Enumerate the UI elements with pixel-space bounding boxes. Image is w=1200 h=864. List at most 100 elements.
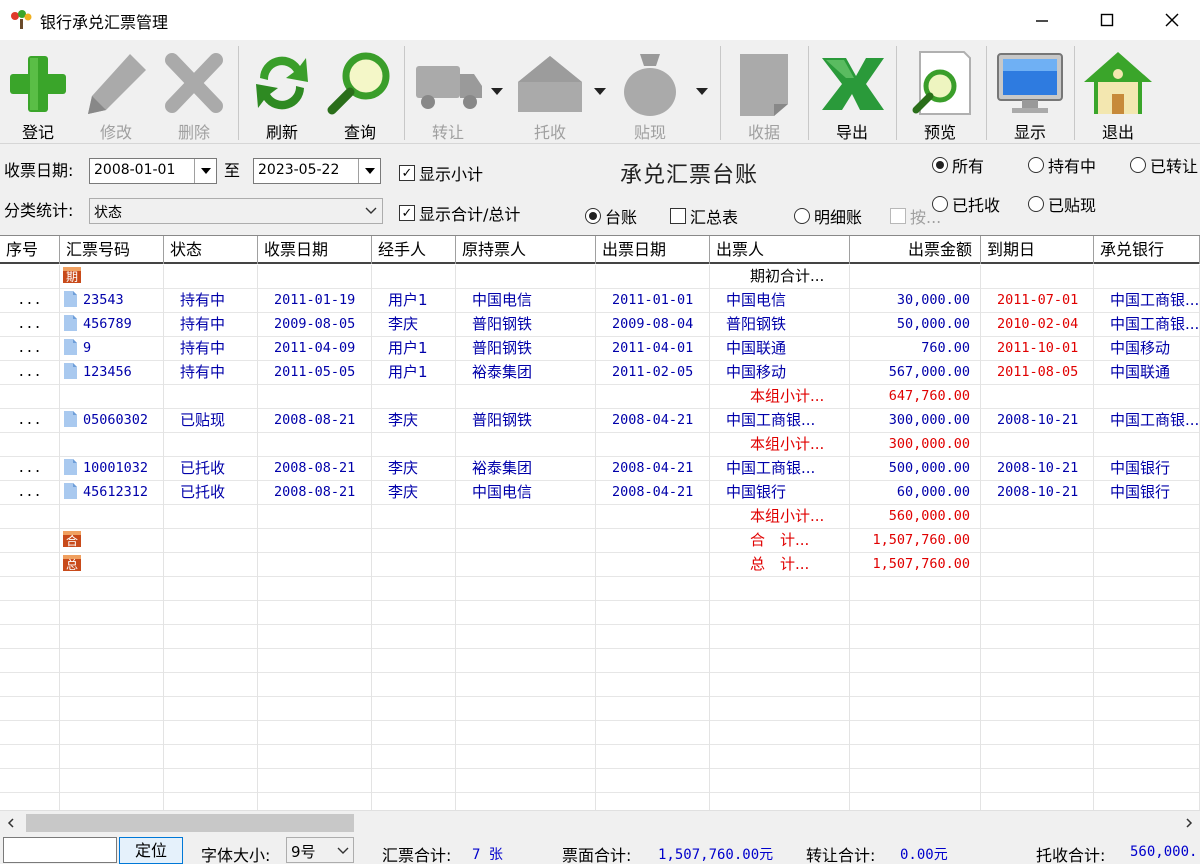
date-from-dropdown[interactable]: [194, 159, 216, 183]
home-exit-icon: [1084, 52, 1152, 114]
receipt-button[interactable]: 收据: [728, 40, 800, 144]
status-all-radio[interactable]: 所有: [932, 153, 984, 177]
cell-bill-no: 45612312: [60, 481, 164, 505]
summary-checkbox[interactable]: 汇总表: [670, 204, 738, 228]
cell-amount: 300,000.00: [850, 433, 981, 457]
chevron-down-icon: [337, 847, 349, 854]
collect-dropdown-arrow[interactable]: [594, 88, 606, 95]
cell-handler: [372, 553, 456, 577]
column-header-status[interactable]: 状态: [164, 236, 258, 264]
show-total-checkbox[interactable]: ✓ 显示合计/总计: [399, 201, 520, 225]
summary-row-subtotal[interactable]: 本组小计... 560,000.00: [0, 505, 1200, 529]
cell-seq-text: ...: [17, 460, 42, 476]
table-row[interactable]: ... 456789 持有中 2009-08-05 李庆 普阳钢铁 2009-08-04 普阳…: [0, 313, 1200, 337]
summary-row-opening[interactable]: 期 期初合计...: [0, 265, 1200, 289]
preview-button[interactable]: 预览: [904, 40, 976, 144]
column-header-seq[interactable]: 序号: [0, 236, 60, 264]
close-button[interactable]: [1152, 6, 1192, 34]
status-discounted-radio[interactable]: 已贴现: [1028, 192, 1096, 216]
scroll-left-icon[interactable]: [6, 818, 16, 828]
column-header-bank[interactable]: 承兑银行: [1094, 236, 1200, 264]
column-header-drawer[interactable]: 出票人: [710, 236, 850, 264]
cell-bill-no-text: 05060302: [83, 412, 149, 428]
cell-issue-date-text: 2011-04-01: [612, 340, 694, 356]
cell-holder: 中国电信: [456, 481, 596, 505]
date-from-picker[interactable]: 2008-01-01: [89, 158, 217, 184]
transfer-button[interactable]: 转让: [410, 40, 486, 144]
toolbar-separator: [404, 46, 405, 140]
summary-row-grand[interactable]: 总 总 计... 1,507,760.00: [0, 553, 1200, 577]
date-to-picker[interactable]: 2023-05-22: [253, 158, 381, 184]
font-size-select[interactable]: 9号: [286, 837, 354, 863]
status-transferred-radio[interactable]: 已转让: [1130, 153, 1198, 177]
cell-bill-no-text: 23543: [83, 292, 124, 308]
x-delete-icon: [165, 53, 223, 113]
category-select[interactable]: 状态: [89, 198, 383, 224]
maximize-button[interactable]: [1087, 6, 1127, 34]
column-header-issue-date[interactable]: 出票日期: [596, 236, 710, 264]
column-header-due-date[interactable]: 到期日: [981, 236, 1094, 264]
column-header-bill-no[interactable]: 汇票号码: [60, 236, 164, 264]
delete-button[interactable]: 删除: [158, 40, 230, 144]
cell-amount: [850, 265, 981, 289]
table-row[interactable]: ... 23543 持有中 2011-01-19 用户1 中国电信 2011-01-01 中国…: [0, 289, 1200, 313]
summary-row-total[interactable]: 合 合 计... 1,507,760.00: [0, 529, 1200, 553]
document-icon: [64, 411, 77, 427]
export-button[interactable]: 导出: [816, 40, 888, 144]
table-row[interactable]: ... 45612312 已托收 2008-08-21 李庆 中国电信 2008-04-21…: [0, 481, 1200, 505]
table-row[interactable]: ... 05060302 已贴现 2008-08-21 李庆 普阳钢铁 2008-04-21…: [0, 409, 1200, 433]
category-dropdown[interactable]: [360, 199, 382, 223]
discount-button[interactable]: 贴现: [614, 40, 686, 144]
summary-row-subtotal[interactable]: 本组小计... 300,000.00: [0, 433, 1200, 457]
cell-seq-text: ...: [17, 412, 42, 428]
cell-drawer-text: 中国移动: [726, 363, 787, 381]
refresh-button[interactable]: 刷新: [246, 40, 318, 144]
date-to-dropdown[interactable]: [358, 159, 380, 183]
collect-button[interactable]: 托收: [514, 40, 586, 144]
cell-issue-date: [596, 385, 710, 409]
locate-button[interactable]: 定位: [119, 837, 183, 864]
minimize-icon: [1036, 20, 1048, 22]
register-button[interactable]: 登记: [2, 40, 74, 144]
minimize-button[interactable]: [1022, 6, 1062, 34]
summary-row-subtotal[interactable]: 本组小计... 647,760.00: [0, 385, 1200, 409]
view-detail-radio[interactable]: 明细账: [794, 204, 862, 228]
view-ledger-radio[interactable]: 台账: [585, 204, 637, 228]
pencil-icon: [88, 54, 146, 114]
display-button[interactable]: 显示: [994, 40, 1066, 144]
table-row[interactable]: ... 9 持有中 2011-04-09 用户1 普阳钢铁 2011-04-01 中国联通 76…: [0, 337, 1200, 361]
column-header-handler[interactable]: 经手人: [372, 236, 456, 264]
ledger-grid[interactable]: 序号 汇票号码 状态 收票日期 经手人 原持票人 出票日期 出票人 出票金额 到期日 承兑银行 期期…: [0, 235, 1200, 810]
status-holding-radio[interactable]: 持有中: [1028, 153, 1096, 177]
cell-bank-text: 中国银行: [1110, 459, 1171, 477]
cell-holder: 普阳钢铁: [456, 337, 596, 361]
discount-dropdown-arrow[interactable]: [696, 88, 708, 95]
chevron-down-icon: [364, 168, 375, 174]
column-header-amount[interactable]: 出票金额: [850, 236, 981, 264]
cell-holder: 裕泰集团: [456, 361, 596, 385]
scroll-right-icon[interactable]: [1184, 818, 1194, 828]
cell-due-date: 2011-07-01: [981, 289, 1094, 313]
table-row[interactable]: ... 10001032 已托收 2008-08-21 李庆 裕泰集团 2008-04-21…: [0, 457, 1200, 481]
cell-issue-date-text: 2008-04-21: [612, 484, 694, 500]
category-label: 分类统计:: [4, 201, 74, 220]
column-header-receive-date[interactable]: 收票日期: [258, 236, 372, 264]
category-value: 状态: [94, 205, 122, 221]
column-header-holder[interactable]: 原持票人: [456, 236, 596, 264]
table-row[interactable]: ... 123456 持有中 2011-05-05 用户1 裕泰集团 2011-02-05 中…: [0, 361, 1200, 385]
status-collected-radio[interactable]: 已托收: [932, 192, 1000, 216]
cell-seq: [0, 265, 60, 289]
locate-input[interactable]: [3, 837, 117, 863]
exit-button[interactable]: 退出: [1082, 40, 1154, 144]
cell-drawer: 本组小计...: [710, 505, 850, 529]
transfer-dropdown-arrow[interactable]: [491, 88, 503, 95]
horizontal-scrollbar[interactable]: [0, 810, 1200, 834]
cell-receive-date-text: 2011-04-09: [274, 340, 356, 356]
cell-handler-text: 李庆: [388, 459, 419, 477]
query-button[interactable]: 查询: [324, 40, 396, 144]
scrollbar-thumb[interactable]: [26, 814, 354, 832]
show-subtotal-checkbox[interactable]: ✓ 显示小计: [399, 161, 483, 185]
edit-button[interactable]: 修改: [80, 40, 152, 144]
cell-due-date: [981, 385, 1094, 409]
grid-header: 序号 汇票号码 状态 收票日期 经手人 原持票人 出票日期 出票人 出票金额 到期日 承兑银行: [0, 236, 1200, 264]
